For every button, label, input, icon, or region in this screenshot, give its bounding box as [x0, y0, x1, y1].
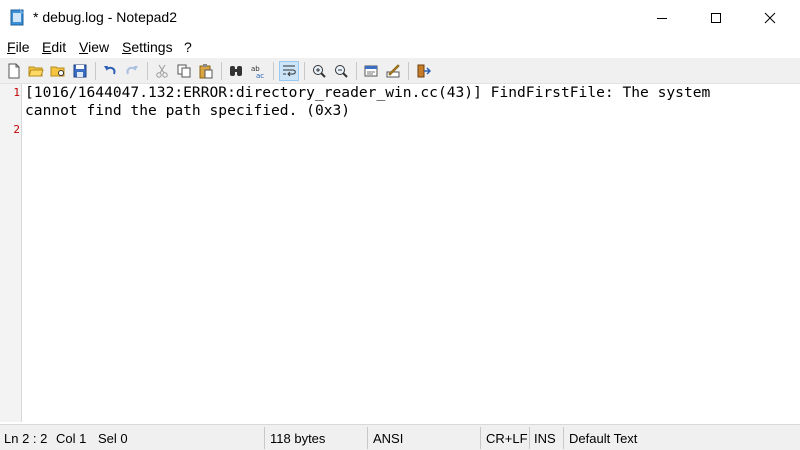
word-wrap-icon: [283, 65, 296, 77]
new-file-icon: [8, 63, 20, 79]
redo-icon: [126, 66, 138, 75]
undo-button[interactable]: [100, 61, 120, 81]
exit-icon: [417, 64, 431, 78]
paste-button[interactable]: [196, 61, 216, 81]
customize-scheme-button[interactable]: [383, 61, 403, 81]
open-file-button[interactable]: [26, 61, 46, 81]
close-icon: [764, 12, 776, 23]
word-wrap-button[interactable]: [279, 61, 299, 81]
maximize-button[interactable]: [693, 0, 739, 35]
status-column: Col 1: [56, 431, 87, 446]
zoom-in-icon: [313, 65, 326, 78]
toolbar-separator: [273, 62, 274, 80]
menu-view[interactable]: View: [79, 39, 109, 55]
zoom-out-button[interactable]: [331, 61, 351, 81]
menu-bar: File Edit View Settings ?: [0, 35, 800, 57]
close-button[interactable]: [747, 0, 793, 35]
copy-icon: [177, 64, 191, 78]
copy-button[interactable]: [174, 61, 194, 81]
toolbar-separator: [356, 62, 357, 80]
find-button[interactable]: [226, 61, 246, 81]
menu-edit[interactable]: Edit: [42, 39, 66, 55]
text-line: [1016/1644047.132:ERROR:directory_reader…: [25, 84, 711, 101]
scheme-button[interactable]: [361, 61, 381, 81]
undo-icon: [104, 66, 116, 75]
menu-file[interactable]: File: [7, 39, 30, 55]
svg-text:ac: ac: [256, 72, 264, 79]
save-button[interactable]: [70, 61, 90, 81]
replace-icon: abac: [251, 65, 264, 79]
status-bar: Ln 2 : 2 Col 1 Sel 0 118 bytes ANSI CR+L…: [0, 424, 800, 450]
exit-button[interactable]: [413, 61, 433, 81]
find-icon: [230, 66, 242, 76]
status-separator: [264, 427, 265, 449]
status-separator: [563, 427, 564, 449]
open-file-icon: [28, 66, 44, 77]
toolbar-separator: [304, 62, 305, 80]
zoom-out-icon: [335, 65, 348, 78]
line-number: 1: [13, 86, 20, 99]
paste-icon: [199, 64, 213, 79]
cut-icon: [156, 64, 168, 78]
browse-button[interactable]: [48, 61, 68, 81]
customize-scheme-icon: [386, 64, 400, 78]
notepad-icon: [9, 8, 25, 26]
new-file-button[interactable]: [4, 61, 24, 81]
toolbar: ab ac: [0, 58, 800, 84]
scheme-icon: [364, 65, 378, 77]
menu-help[interactable]: ?: [184, 39, 192, 55]
browse-icon: [50, 66, 65, 77]
redo-button[interactable]: [122, 61, 142, 81]
status-scheme[interactable]: Default Text: [569, 431, 637, 446]
minimize-button[interactable]: [639, 0, 685, 35]
status-size: 118 bytes: [270, 431, 326, 446]
status-selection: Sel 0: [98, 431, 128, 446]
maximize-icon: [711, 12, 721, 23]
cut-button[interactable]: [152, 61, 172, 81]
text-editor[interactable]: 1 2 [1016/1644047.132:ERROR:directory_re…: [0, 84, 800, 422]
line-number-gutter: 1 2: [0, 84, 22, 422]
window-title: * debug.log - Notepad2: [33, 9, 177, 25]
toolbar-separator: [95, 62, 96, 80]
toolbar-separator: [147, 62, 148, 80]
status-line-ending[interactable]: CR+LF: [486, 431, 528, 446]
status-encoding[interactable]: ANSI: [373, 431, 403, 446]
toolbar-separator: [221, 62, 222, 80]
status-separator: [480, 427, 481, 449]
title-bar: * debug.log - Notepad2: [0, 0, 800, 35]
status-position: Ln 2 : 2: [4, 431, 48, 446]
menu-settings[interactable]: Settings: [122, 39, 173, 55]
status-separator: [529, 427, 530, 449]
status-mode: INS: [534, 431, 556, 446]
status-separator: [367, 427, 368, 449]
save-icon: [73, 64, 87, 78]
text-line: cannot find the path specified. (0x3): [25, 102, 351, 119]
zoom-in-button[interactable]: [309, 61, 329, 81]
toolbar-separator: [408, 62, 409, 80]
minimize-icon: [657, 17, 667, 19]
line-number: 2: [13, 123, 20, 136]
replace-button[interactable]: ab ac: [248, 61, 268, 81]
